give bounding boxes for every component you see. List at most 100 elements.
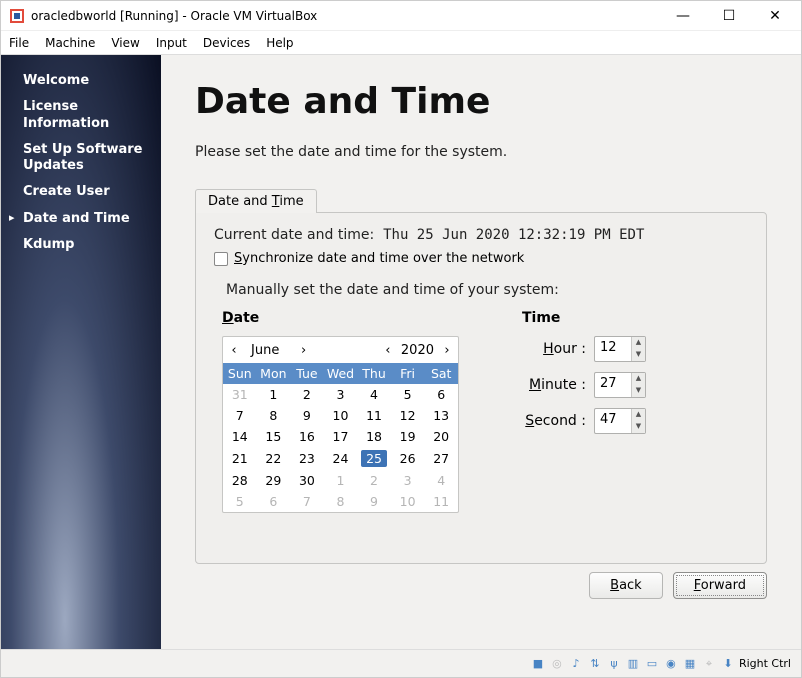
sidebar-item-date-time[interactable]: Date and Time bbox=[13, 211, 153, 227]
virtualbox-icon bbox=[9, 8, 25, 24]
usb-icon[interactable]: ψ bbox=[606, 656, 622, 672]
tab-date-and-time[interactable]: Date and Time bbox=[195, 189, 317, 213]
maximize-button[interactable]: ☐ bbox=[715, 5, 743, 27]
sidebar-item-welcome[interactable]: Welcome bbox=[13, 73, 153, 89]
minute-down-button[interactable]: ▼ bbox=[632, 385, 645, 397]
second-up-button[interactable]: ▲ bbox=[632, 409, 645, 421]
calendar-day[interactable]: 23 bbox=[290, 447, 324, 470]
calendar-day[interactable]: 11 bbox=[357, 405, 391, 426]
host-key-icon[interactable]: ⬇ bbox=[720, 656, 736, 672]
minute-up-button[interactable]: ▲ bbox=[632, 373, 645, 385]
minimize-button[interactable]: — bbox=[669, 5, 697, 27]
sidebar-item-license[interactable]: License Information bbox=[13, 99, 153, 132]
calendar-day[interactable]: 17 bbox=[324, 426, 358, 447]
next-month-button[interactable]: › bbox=[293, 343, 315, 358]
minute-spin[interactable]: 27▲▼ bbox=[594, 372, 646, 398]
sidebar-item-create-user[interactable]: Create User bbox=[13, 184, 153, 200]
close-button[interactable]: ✕ bbox=[761, 5, 789, 27]
calendar-weekday: Sun bbox=[223, 363, 257, 384]
hour-up-button[interactable]: ▲ bbox=[632, 337, 645, 349]
hour-label: Hour : bbox=[514, 341, 586, 357]
content-area: ↖ Welcome License Information Set Up Sof… bbox=[1, 55, 801, 649]
prev-year-button[interactable]: ‹ bbox=[377, 343, 399, 358]
calendar-day[interactable]: 2 bbox=[290, 384, 324, 405]
calendar-day[interactable]: 8 bbox=[257, 405, 291, 426]
mouse-integration-icon[interactable]: ⌖ bbox=[701, 656, 717, 672]
sync-network-row[interactable]: Synchronize date and time over the netwo… bbox=[214, 251, 748, 266]
minute-value[interactable]: 27 bbox=[595, 373, 631, 397]
sync-checkbox[interactable] bbox=[214, 252, 228, 266]
calendar-day[interactable]: 3 bbox=[324, 384, 358, 405]
menu-help[interactable]: Help bbox=[266, 36, 293, 50]
hour-value[interactable]: 12 bbox=[595, 337, 631, 361]
calendar-day[interactable]: 18 bbox=[357, 426, 391, 447]
calendar-day[interactable]: 29 bbox=[257, 470, 291, 491]
prev-month-button[interactable]: ‹ bbox=[223, 343, 245, 358]
menu-view[interactable]: View bbox=[111, 36, 139, 50]
menu-devices[interactable]: Devices bbox=[203, 36, 250, 50]
second-spin[interactable]: 47▲▼ bbox=[594, 408, 646, 434]
cpu-icon[interactable]: ▦ bbox=[682, 656, 698, 672]
menu-machine[interactable]: Machine bbox=[45, 36, 95, 50]
calendar-day[interactable]: 15 bbox=[257, 426, 291, 447]
calendar-day[interactable]: 1 bbox=[257, 384, 291, 405]
second-value[interactable]: 47 bbox=[595, 409, 631, 433]
tab-label-prefix: Date and bbox=[208, 194, 272, 209]
calendar-day[interactable]: 6 bbox=[424, 384, 458, 405]
calendar-day[interactable]: 30 bbox=[290, 470, 324, 491]
optical-disk-icon[interactable]: ◎ bbox=[549, 656, 565, 672]
calendar-day[interactable]: 28 bbox=[223, 470, 257, 491]
hour-spin[interactable]: 12▲▼ bbox=[594, 336, 646, 362]
next-year-button[interactable]: › bbox=[436, 343, 458, 358]
calendar-weekday: Tue bbox=[290, 363, 324, 384]
menu-file[interactable]: File bbox=[9, 36, 29, 50]
sidebar-item-kdump[interactable]: Kdump bbox=[13, 237, 153, 253]
network-icon[interactable]: ⇅ bbox=[587, 656, 603, 672]
page-intro: Please set the date and time for the sys… bbox=[195, 144, 767, 160]
calendar-day: 5 bbox=[223, 491, 257, 512]
menu-input[interactable]: Input bbox=[156, 36, 187, 50]
calendar-day[interactable]: 24 bbox=[324, 447, 358, 470]
calendar-day[interactable]: 19 bbox=[391, 426, 425, 447]
titlebar: oracledbworld [Running] - Oracle VM Virt… bbox=[1, 1, 801, 31]
second-down-button[interactable]: ▼ bbox=[632, 421, 645, 433]
calendar-day[interactable]: 27 bbox=[424, 447, 458, 470]
minute-label: Minute : bbox=[514, 377, 586, 393]
display-icon[interactable]: ▭ bbox=[644, 656, 660, 672]
calendar-day: 7 bbox=[290, 491, 324, 512]
hard-disk-icon[interactable]: ■ bbox=[530, 656, 546, 672]
calendar-day[interactable]: 16 bbox=[290, 426, 324, 447]
calendar-day[interactable]: 25 bbox=[357, 447, 391, 470]
calendar-day[interactable]: 7 bbox=[223, 405, 257, 426]
calendar-day[interactable]: 21 bbox=[223, 447, 257, 470]
calendar-day: 9 bbox=[357, 491, 391, 512]
calendar-day[interactable]: 26 bbox=[391, 447, 425, 470]
calendar-weekday: Thu bbox=[357, 363, 391, 384]
forward-button[interactable]: Forward bbox=[673, 572, 767, 599]
calendar-weekday: Sat bbox=[424, 363, 458, 384]
calendar-day[interactable]: 22 bbox=[257, 447, 291, 470]
calendar-day[interactable]: 10 bbox=[324, 405, 358, 426]
calendar-day[interactable]: 4 bbox=[357, 384, 391, 405]
vm-window: oracledbworld [Running] - Oracle VM Virt… bbox=[0, 0, 802, 678]
calendar-day: 3 bbox=[391, 470, 425, 491]
calendar-year: 2020 bbox=[399, 343, 436, 358]
footer-buttons: Back Forward bbox=[589, 572, 767, 599]
recording-icon[interactable]: ◉ bbox=[663, 656, 679, 672]
main-panel: Date and Time Please set the date and ti… bbox=[161, 55, 801, 649]
calendar-day: 1 bbox=[324, 470, 358, 491]
sidebar-item-software-updates[interactable]: Set Up Software Updates bbox=[13, 142, 153, 175]
hour-down-button[interactable]: ▼ bbox=[632, 349, 645, 361]
calendar-day[interactable]: 9 bbox=[290, 405, 324, 426]
back-button[interactable]: Back bbox=[589, 572, 663, 599]
audio-icon[interactable]: ♪ bbox=[568, 656, 584, 672]
calendar-day[interactable]: 12 bbox=[391, 405, 425, 426]
minute-row: Minute : 27▲▼ bbox=[514, 372, 748, 398]
calendar-day[interactable]: 5 bbox=[391, 384, 425, 405]
calendar-day: 31 bbox=[223, 384, 257, 405]
shared-folders-icon[interactable]: ▥ bbox=[625, 656, 641, 672]
calendar-day[interactable]: 13 bbox=[424, 405, 458, 426]
calendar-day[interactable]: 20 bbox=[424, 426, 458, 447]
calendar-day[interactable]: 14 bbox=[223, 426, 257, 447]
menubar: File Machine View Input Devices Help bbox=[1, 31, 801, 55]
